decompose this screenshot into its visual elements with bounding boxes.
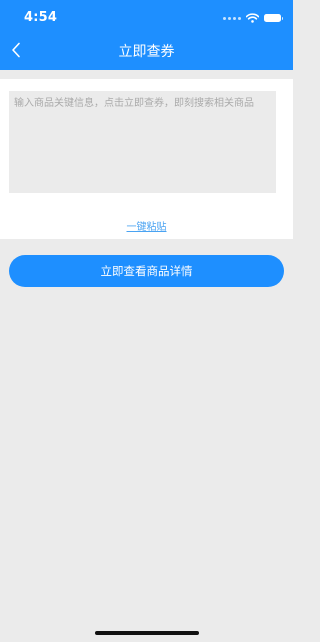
page-title: 立即查券 bbox=[118, 44, 175, 60]
keyword-input[interactable] bbox=[9, 91, 276, 193]
status-time: 4:54 bbox=[24, 10, 58, 25]
status-bar: 4:54 bbox=[0, 0, 293, 34]
paste-link[interactable]: 一键粘贴 bbox=[0, 218, 293, 233]
input-panel: 一键粘贴 bbox=[0, 79, 293, 239]
app-header: 4:54 立即查券 bbox=[0, 0, 293, 70]
signal-dots-icon bbox=[223, 16, 241, 20]
status-icons bbox=[223, 12, 283, 24]
battery-icon bbox=[264, 14, 283, 22]
wifi-icon bbox=[246, 13, 259, 23]
nav-bar: 立即查券 bbox=[0, 34, 293, 70]
home-indicator bbox=[95, 631, 199, 635]
view-product-details-button[interactable]: 立即查看商品详情 bbox=[9, 255, 284, 287]
